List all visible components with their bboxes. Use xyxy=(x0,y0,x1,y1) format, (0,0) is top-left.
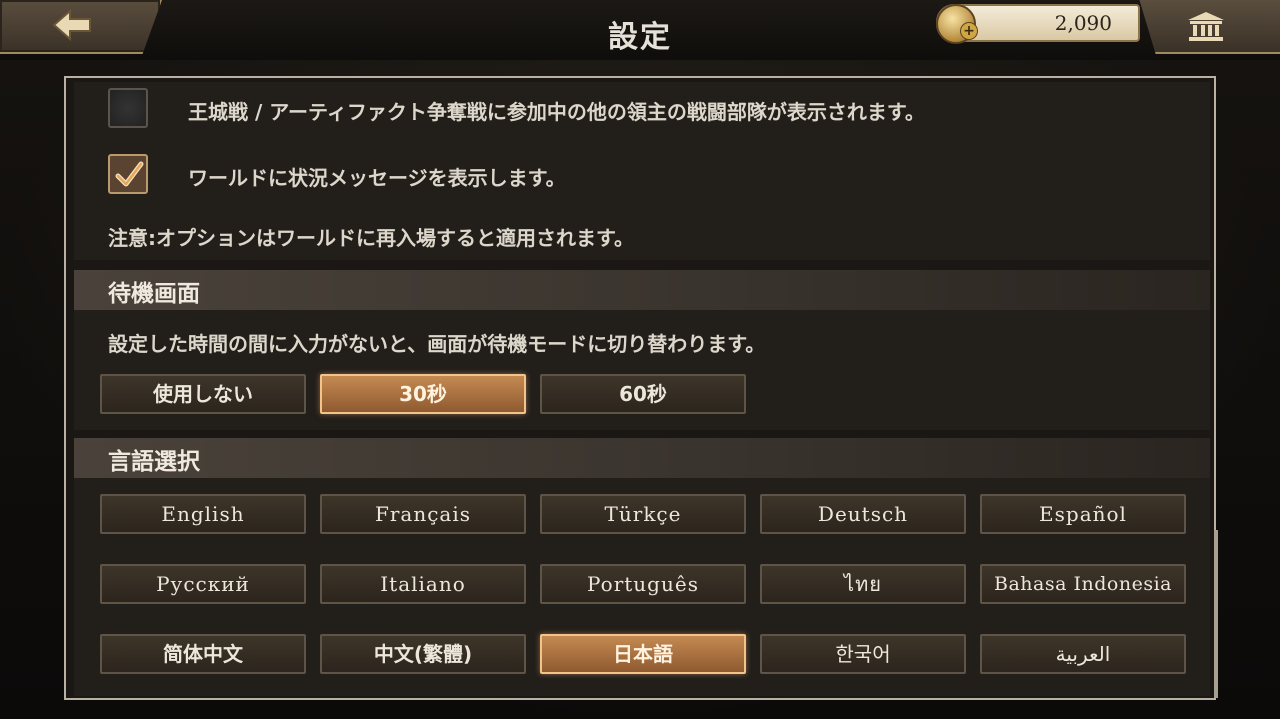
lang-italian[interactable]: Italiano xyxy=(320,564,526,604)
lang-indonesian[interactable]: Bahasa Indonesia xyxy=(980,564,1186,604)
scrollbar[interactable] xyxy=(1214,530,1218,698)
language-section: 言語選択 English Français Türkçe Deutsch Esp… xyxy=(74,438,1210,696)
language-title: 言語選択 xyxy=(108,449,200,475)
top-bar: 設定 + 2,090 xyxy=(0,0,1280,60)
lang-french[interactable]: Français xyxy=(320,494,526,534)
add-gold-icon[interactable]: + xyxy=(960,22,978,40)
lang-thai[interactable]: ไทย xyxy=(760,564,966,604)
option2-checkbox[interactable] xyxy=(108,154,148,194)
lang-traditional-chinese[interactable]: 中文(繁體) xyxy=(320,634,526,674)
standby-description: 設定した時間の間に入力がないと、画面が待機モードに切り替わります。 xyxy=(108,332,766,356)
lang-turkish[interactable]: Türkçe xyxy=(540,494,746,534)
standby-header: 待機画面 xyxy=(74,270,1210,310)
standby-section: 待機画面 設定した時間の間に入力がないと、画面が待機モードに切り替わります。 使… xyxy=(74,270,1210,430)
lang-german[interactable]: Deutsch xyxy=(760,494,966,534)
lang-korean[interactable]: 한국어 xyxy=(760,634,966,674)
gold-display[interactable]: + 2,090 xyxy=(936,4,1140,44)
world-options-section: 王城戦 / アーティファクト争奪戦に参加中の他の領主の戦闘部隊が表示されます。 … xyxy=(74,82,1210,260)
standby-option-off[interactable]: 使用しない xyxy=(100,374,306,414)
lang-simplified-chinese[interactable]: 简体中文 xyxy=(100,634,306,674)
option1-label: 王城戦 / アーティファクト争奪戦に参加中の他の領主の戦闘部隊が表示されます。 xyxy=(188,100,925,124)
option1-checkbox[interactable] xyxy=(108,88,148,128)
lang-portuguese[interactable]: Português xyxy=(540,564,746,604)
option2-label: ワールドに状況メッセージを表示します。 xyxy=(188,166,566,190)
lang-japanese[interactable]: 日本語 xyxy=(540,634,746,674)
settings-panel: 王城戦 / アーティファクト争奪戦に参加中の他の領主の戦闘部隊が表示されます。 … xyxy=(64,76,1218,700)
lang-spanish[interactable]: Español xyxy=(980,494,1186,534)
lang-arabic[interactable]: العربية xyxy=(980,634,1186,674)
lang-russian[interactable]: Русский xyxy=(100,564,306,604)
standby-option-60s[interactable]: 60秒 xyxy=(540,374,746,414)
world-options-note: 注意:オプションはワールドに再入場すると適用されます。 xyxy=(108,226,634,250)
language-header: 言語選択 xyxy=(74,438,1210,478)
bank-icon xyxy=(1188,12,1224,41)
lang-english[interactable]: English xyxy=(100,494,306,534)
gold-amount: 2,090 xyxy=(1054,11,1112,35)
checkmark-icon xyxy=(115,161,144,187)
standby-title: 待機画面 xyxy=(108,281,200,307)
standby-option-30s[interactable]: 30秒 xyxy=(320,374,526,414)
